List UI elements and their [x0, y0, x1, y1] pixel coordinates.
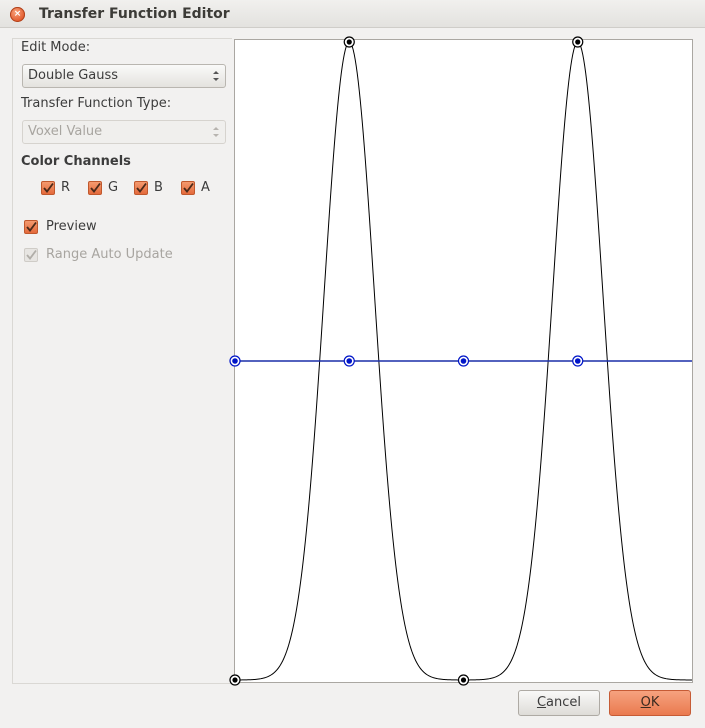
close-icon[interactable]: ×	[10, 7, 25, 22]
range-auto-update-checkbox: Range Auto Update	[24, 247, 173, 262]
checkbox-checked-icon	[181, 180, 195, 195]
cancel-button[interactable]: Cancel	[518, 690, 600, 716]
channel-b-checkbox[interactable]: B	[134, 180, 163, 195]
transfer-function-type-value: Voxel Value	[28, 124, 103, 139]
transfer-function-type-combobox: Voxel Value	[22, 120, 226, 144]
transfer-function-type-label: Transfer Function Type:	[21, 96, 172, 111]
checkbox-checked-icon	[88, 180, 102, 195]
channel-a-checkbox[interactable]: A	[181, 180, 210, 195]
edit-mode-combobox[interactable]: Double Gauss	[22, 64, 226, 88]
preview-checkbox[interactable]: Preview	[24, 219, 97, 234]
line-control-point[interactable]	[229, 355, 241, 367]
curve-control-point[interactable]	[343, 36, 355, 48]
channel-g-checkbox[interactable]: G	[88, 180, 118, 195]
line-control-point[interactable]	[343, 355, 355, 367]
channel-label: B	[154, 180, 163, 195]
title-bar: × Transfer Function Editor	[0, 0, 705, 28]
transfer-function-canvas[interactable]	[229, 36, 692, 686]
line-control-point[interactable]	[572, 355, 584, 367]
ok-button-label: OK	[640, 695, 660, 710]
edit-mode-value: Double Gauss	[28, 68, 119, 83]
line-control-point[interactable]	[457, 355, 470, 367]
curve-control-point[interactable]	[457, 674, 470, 686]
preview-label: Preview	[46, 219, 97, 234]
channel-label: A	[201, 180, 210, 195]
transfer-function-plot[interactable]	[229, 36, 693, 686]
curve-control-point[interactable]	[229, 674, 241, 686]
checkbox-checked-icon	[24, 247, 38, 262]
ok-button[interactable]: OK	[609, 690, 691, 716]
checkbox-checked-icon	[41, 180, 55, 195]
channel-label: R	[61, 180, 71, 195]
channel-label: G	[108, 180, 119, 195]
cancel-button-label: Cancel	[536, 695, 582, 710]
combobox-arrows-icon	[213, 126, 219, 138]
color-channels-heading: Color Channels	[21, 154, 131, 169]
channel-r-checkbox[interactable]: R	[41, 180, 70, 195]
window-title: Transfer Function Editor	[39, 6, 230, 22]
checkbox-checked-icon	[134, 180, 148, 195]
checkbox-checked-icon	[24, 219, 38, 234]
combobox-arrows-icon	[213, 70, 219, 82]
curve-control-point[interactable]	[572, 36, 584, 48]
edit-mode-label: Edit Mode:	[21, 40, 91, 55]
range-auto-update-label: Range Auto Update	[46, 247, 173, 262]
